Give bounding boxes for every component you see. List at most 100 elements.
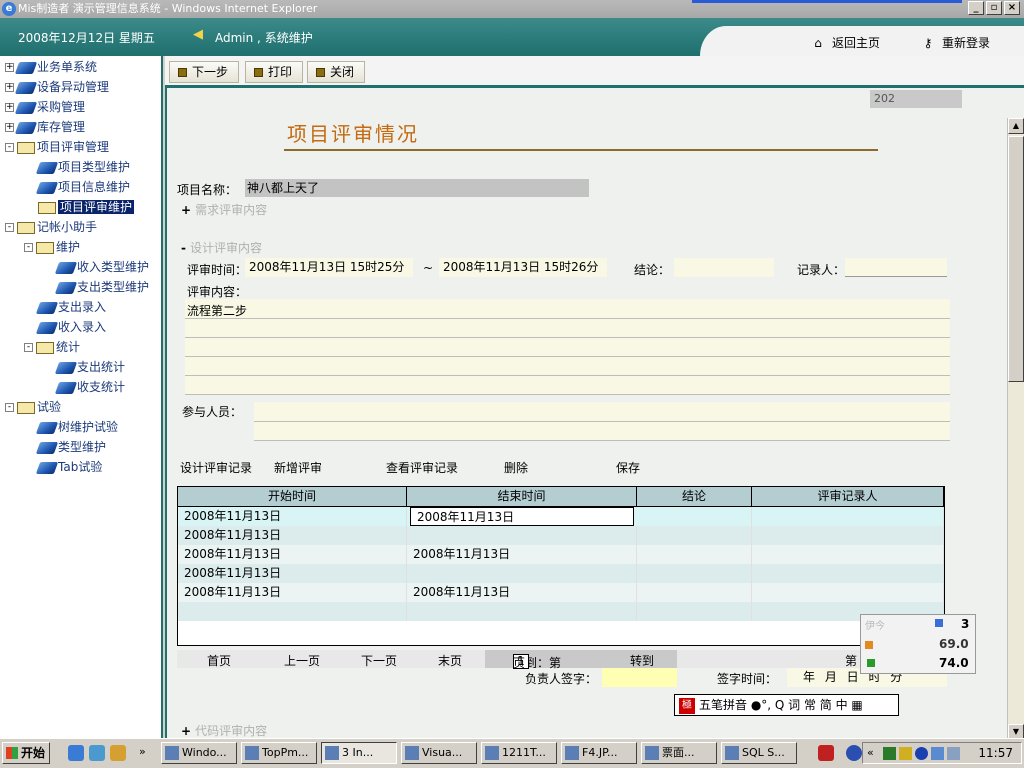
expand-icon[interactable]: + bbox=[5, 83, 14, 92]
tray-ime-icon[interactable] bbox=[818, 745, 834, 761]
table-row[interactable]: 2008年11月13日 bbox=[178, 526, 944, 545]
tray-expand-icon[interactable]: « bbox=[867, 746, 874, 759]
pager-next[interactable]: 下一页 bbox=[361, 652, 397, 669]
project-name-field[interactable]: 神八都上天了 bbox=[245, 179, 589, 197]
sidebar-item[interactable]: - 记帐小助手 bbox=[5, 218, 97, 236]
table-row[interactable]: 2008年11月13日 2008年11月13日 bbox=[178, 545, 944, 564]
sidebar-item[interactable]: + 设备异动管理 bbox=[5, 78, 109, 96]
sidebar-item[interactable]: + 采购管理 bbox=[5, 98, 85, 116]
sidebar-item[interactable]: + 库存管理 bbox=[5, 118, 85, 136]
table-cell[interactable] bbox=[407, 526, 637, 545]
delete-link[interactable]: 删除 bbox=[504, 459, 528, 476]
scroll-thumb[interactable] bbox=[1008, 136, 1024, 382]
table-cell[interactable] bbox=[637, 526, 752, 545]
table-cell[interactable] bbox=[752, 564, 944, 583]
quicklaunch-desktop-icon[interactable] bbox=[89, 745, 105, 761]
collapse-icon[interactable]: - bbox=[5, 143, 14, 152]
review-content-textarea[interactable]: 流程第二步 bbox=[185, 299, 950, 395]
sidebar-item[interactable]: 收入类型维护 bbox=[54, 258, 149, 276]
taskbar-task-button[interactable]: TopPm... bbox=[241, 742, 317, 764]
table-cell[interactable] bbox=[637, 545, 752, 564]
table-cell[interactable] bbox=[752, 507, 944, 526]
collapse-icon[interactable]: - bbox=[5, 403, 14, 412]
sidebar-item[interactable]: - 维护 bbox=[24, 238, 80, 256]
sidebar-item[interactable]: 项目信息维护 bbox=[35, 178, 130, 196]
sidebar-item[interactable]: 收入录入 bbox=[35, 318, 106, 336]
table-cell[interactable] bbox=[178, 602, 407, 621]
sidebar-item[interactable]: 支出统计 bbox=[54, 358, 125, 376]
sidebar-item[interactable]: 项目类型维护 bbox=[35, 158, 130, 176]
sidebar-item[interactable]: 支出录入 bbox=[35, 298, 106, 316]
table-row[interactable]: 2008年11月13日 bbox=[178, 564, 944, 583]
sidebar-item[interactable]: 项目评审维护 bbox=[38, 198, 135, 216]
tray-bluetooth-icon[interactable] bbox=[915, 747, 928, 760]
table-cell[interactable] bbox=[752, 526, 944, 545]
table-row[interactable]: 2008年11月13日 2008年11月13日 bbox=[178, 583, 944, 602]
taskbar-task-button[interactable]: Windo... bbox=[161, 742, 237, 764]
table-cell[interactable] bbox=[637, 564, 752, 583]
signer-field[interactable] bbox=[602, 668, 677, 687]
table-cell[interactable]: 2008年11月13日 bbox=[410, 507, 634, 526]
pager-first[interactable]: 首页 bbox=[207, 652, 231, 669]
taskbar-task-button[interactable]: 3 In... bbox=[321, 742, 397, 764]
next-step-button[interactable]: 下一步 bbox=[169, 61, 240, 83]
grid-column-header[interactable]: 结论 bbox=[637, 487, 752, 507]
quicklaunch-ie-icon[interactable] bbox=[68, 745, 84, 761]
design-review-records-link[interactable]: 设计评审记录 bbox=[180, 459, 252, 476]
taskbar-task-button[interactable]: F4.JP... bbox=[561, 742, 637, 764]
table-cell[interactable]: 2008年11月13日 bbox=[178, 526, 407, 545]
recorder-field[interactable] bbox=[845, 258, 947, 277]
table-cell[interactable] bbox=[637, 583, 752, 602]
table-cell[interactable]: 2008年11月13日 bbox=[178, 564, 407, 583]
ime-status-bar[interactable]: 極五笔拼音 ●°, Q 词 常 简 中 ▦ bbox=[674, 694, 899, 716]
quicklaunch-more-icon[interactable]: » bbox=[139, 745, 146, 758]
section-design[interactable]: - 设计评审内容 bbox=[181, 239, 262, 256]
pager-goto-button[interactable]: 转到 bbox=[630, 652, 654, 669]
table-cell[interactable] bbox=[752, 545, 944, 564]
home-link[interactable]: ⌂ 返回主页 bbox=[812, 34, 880, 51]
expand-icon[interactable]: + bbox=[5, 123, 14, 132]
participants-textarea[interactable] bbox=[254, 402, 950, 441]
save-link[interactable]: 保存 bbox=[616, 459, 640, 476]
relogin-link[interactable]: ⚷ 重新登录 bbox=[922, 34, 990, 51]
taskbar-task-button[interactable]: SQL S... bbox=[721, 742, 797, 764]
pager-prev[interactable]: 上一页 bbox=[284, 652, 320, 669]
print-button[interactable]: 打印 bbox=[245, 61, 304, 83]
expand-icon[interactable]: + bbox=[5, 103, 14, 112]
expand-icon[interactable]: + bbox=[5, 63, 14, 72]
sidebar-item[interactable]: - 统计 bbox=[24, 338, 80, 356]
table-cell[interactable]: 2008年11月13日 bbox=[178, 507, 407, 526]
scroll-up-arrow[interactable]: ▲ bbox=[1008, 118, 1024, 134]
grid-column-header[interactable]: 评审记录人 bbox=[752, 487, 944, 507]
new-review-link[interactable]: 新增评审 bbox=[274, 459, 322, 476]
grid-column-header[interactable]: 开始时间 bbox=[178, 487, 407, 507]
conclusion-field[interactable] bbox=[674, 258, 774, 277]
tray-network-icon[interactable] bbox=[883, 747, 896, 760]
taskbar-task-button[interactable]: Visua... bbox=[401, 742, 477, 764]
maximize-button[interactable]: ▫ bbox=[986, 1, 1002, 15]
view-records-link[interactable]: 查看评审记录 bbox=[386, 459, 458, 476]
sidebar-item[interactable]: - 项目评审管理 bbox=[5, 138, 109, 156]
sidebar-item[interactable]: + 业务单系统 bbox=[5, 58, 97, 76]
taskbar-task-button[interactable]: 票面... bbox=[641, 742, 717, 764]
collapse-icon[interactable]: - bbox=[5, 223, 14, 232]
start-button[interactable]: 开始 bbox=[2, 742, 50, 764]
review-end-field[interactable]: 2008年11月13日 15时26分 bbox=[439, 258, 607, 277]
table-cell[interactable]: 2008年11月13日 bbox=[178, 583, 407, 602]
table-row[interactable] bbox=[178, 602, 944, 621]
sidebar-item[interactable]: 树维护试验 bbox=[35, 418, 118, 436]
table-cell[interactable]: 2008年11月13日 bbox=[407, 583, 637, 602]
table-cell[interactable]: 2008年11月13日 bbox=[178, 545, 407, 564]
sidebar-item[interactable]: - 试验 bbox=[5, 398, 61, 416]
table-row[interactable]: 2008年11月13日 2008年11月13日 bbox=[178, 507, 944, 526]
tray-security-icon[interactable] bbox=[899, 747, 912, 760]
review-start-field[interactable]: 2008年11月13日 15时25分 bbox=[245, 258, 413, 277]
quicklaunch-app-icon[interactable] bbox=[110, 745, 126, 761]
collapse-icon[interactable]: - bbox=[24, 243, 33, 252]
tray-volume-icon[interactable] bbox=[947, 747, 960, 760]
section-requirements[interactable]: + 需求评审内容 bbox=[181, 201, 267, 218]
table-cell[interactable] bbox=[407, 564, 637, 583]
grid-column-header[interactable]: 结束时间 bbox=[407, 487, 637, 507]
vertical-scrollbar[interactable]: ▲ ▼ bbox=[1007, 118, 1024, 740]
window-title-bar[interactable]: e Mis制造者 演示管理信息系统 - Windows Internet Exp… bbox=[0, 0, 1024, 18]
